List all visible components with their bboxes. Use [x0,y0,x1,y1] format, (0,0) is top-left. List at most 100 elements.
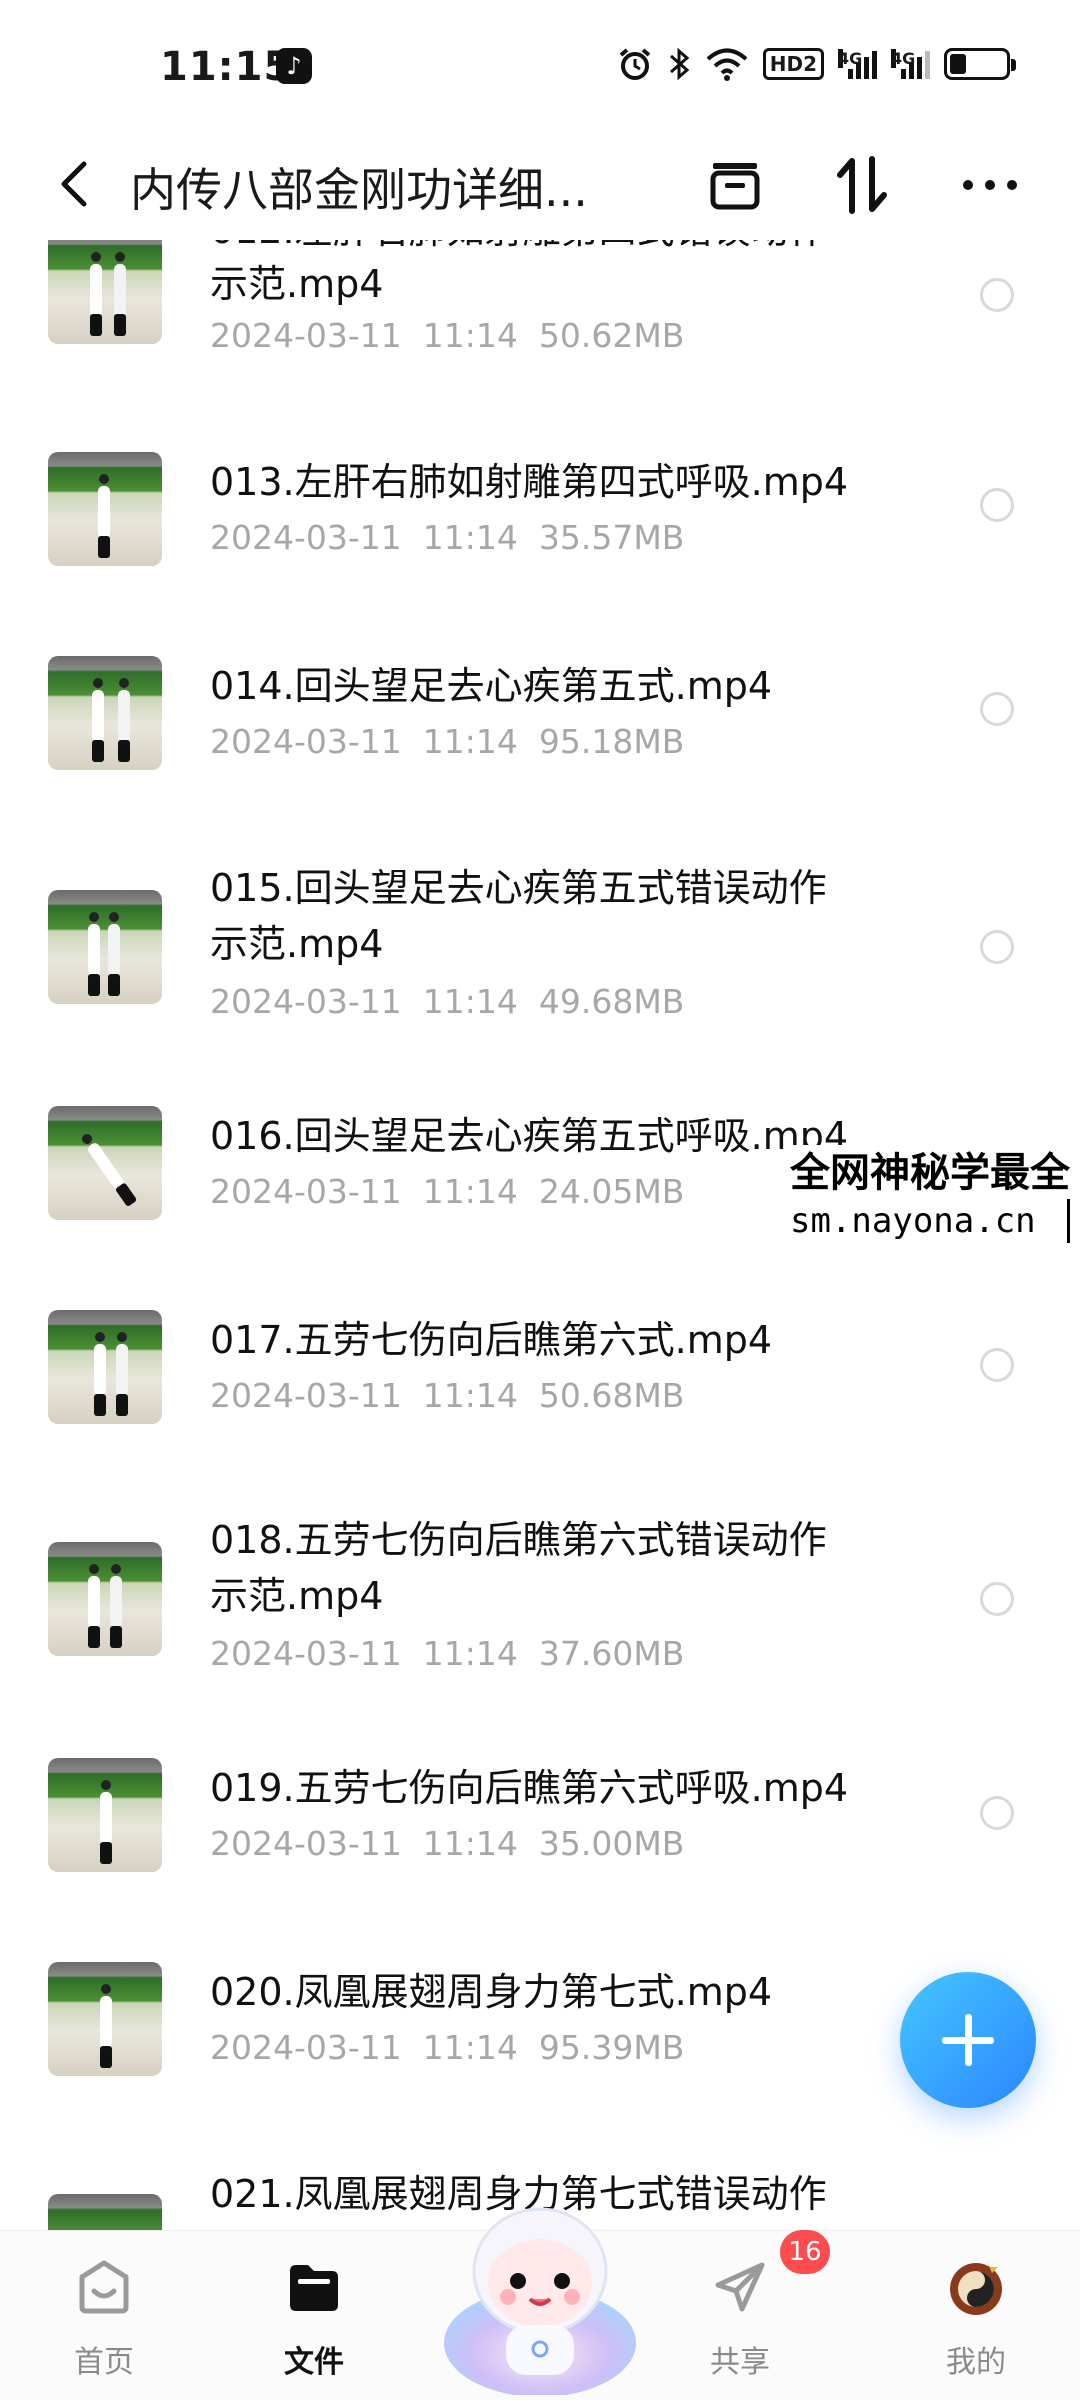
video-thumbnail [48,656,162,770]
list-item[interactable]: 018.五劳七伤向后瞧第六式错误动作 示范.mp4 2024-03-11 11:… [0,1512,1080,1752]
select-radio[interactable] [980,278,1014,312]
select-mode-button[interactable] [700,150,770,220]
video-thumbnail [48,1962,162,2076]
file-meta: 2024-03-11 11:14 49.68MB [210,982,684,1021]
select-radio[interactable] [980,1796,1014,1830]
file-size: 35.00MB [538,1824,685,1863]
mascot-icon[interactable] [430,2175,650,2395]
status-icons: HD2 4G 4G [617,46,1016,82]
file-meta: 2024-03-11 11:14 35.57MB [210,518,684,557]
home-icon [79,2260,129,2314]
sort-icon [837,156,887,214]
nav-profile[interactable]: 我的 [876,2231,1076,2400]
file-date: 2024-03-11 [210,1172,402,1211]
file-time: 11:14 [422,722,518,761]
select-radio[interactable] [980,1348,1014,1382]
status-bar: 11:15 ♪ HD2 4G 4G [0,0,1080,130]
file-date: 2024-03-11 [210,1634,402,1673]
bluetooth-icon [669,47,690,81]
wifi-icon [706,48,748,81]
video-thumbnail [48,1542,162,1656]
video-thumbnail [48,1106,162,1220]
share-icon [715,2262,765,2312]
file-date: 2024-03-11 [210,982,402,1021]
list-item[interactable]: 012.左肝右肺如射雕第四式错误动作 示范.mp4 2024-03-11 11:… [0,240,1080,420]
select-radio[interactable] [980,1582,1014,1616]
list-item[interactable]: 015.回头望足去心疾第五式错误动作 示范.mp4 2024-03-11 11:… [0,860,1080,1100]
file-name: 017.五劳七伤向后瞧第六式.mp4 [210,1318,773,1362]
nav-share-label: 共享 [710,2345,770,2380]
nav-home-label: 首页 [74,2345,134,2380]
file-name-line1: 015.回头望足去心疾第五式错误动作 [210,866,827,910]
list-item[interactable]: 013.左肝右肺如射雕第四式呼吸.mp4 2024-03-11 11:14 35… [0,450,1080,650]
file-name: 示范.mp4 [210,262,384,306]
cell-signal-2-icon: 4G [891,49,930,79]
app-header: 内传八部金刚功详细... [0,130,1080,240]
file-date: 2024-03-11 [210,316,402,355]
file-time: 11:14 [422,1376,518,1415]
file-name: 020.凤凰展翅周身力第七式.mp4 [210,1970,773,2014]
tiktok-notification-icon: ♪ [276,48,312,84]
file-size: 95.39MB [538,2028,685,2067]
select-box-icon [710,163,760,210]
alarm-icon [619,48,651,80]
video-thumbnail [48,890,162,1004]
nav-files[interactable]: 文件 [214,2231,414,2400]
watermark-line2: sm.nayona.cn [790,1199,1070,1243]
video-thumbnail [48,1758,162,1872]
file-date: 2024-03-11 [210,518,402,557]
file-name-line2: 示范.mp4 [210,1574,384,1618]
file-name: 019.五劳七伤向后瞧第六式呼吸.mp4 [210,1766,849,1810]
more-options-button[interactable] [955,150,1025,220]
file-size: 50.62MB [538,316,685,355]
sort-button[interactable] [827,150,897,220]
nav-profile-label: 我的 [946,2345,1006,2380]
file-time: 11:14 [422,316,518,355]
file-size: 24.05MB [538,1172,685,1211]
battery-icon [944,48,1016,80]
file-meta: 2024-03-11 11:14 50.62MB [210,316,684,355]
file-date: 2024-03-11 [210,1824,402,1863]
file-date: 2024-03-11 [210,2028,402,2067]
video-thumbnail [48,2194,162,2230]
hd-voice-icon: HD2 [762,48,824,80]
folder-icon [290,2265,338,2311]
file-date: 2024-03-11 [210,722,402,761]
list-item[interactable]: 017.五劳七伤向后瞧第六式.mp4 2024-03-11 11:14 50.6… [0,1310,1080,1510]
add-button[interactable] [900,1972,1036,2108]
video-thumbnail [48,1310,162,1424]
list-item[interactable]: 014.回头望足去心疾第五式.mp4 2024-03-11 11:14 95.1… [0,654,1080,854]
file-date: 2024-03-11 [210,1376,402,1415]
file-time: 11:14 [422,1824,518,1863]
page-title: 内传八部金刚功详细... [130,163,588,217]
file-name-line1: 018.五劳七伤向后瞧第六式错误动作 [210,1518,827,1562]
select-radio[interactable] [980,488,1014,522]
profile-avatar-icon [950,2259,1002,2315]
file-time: 11:14 [422,1172,518,1211]
watermark: 全网神秘学最全 sm.nayona.cn [784,1145,1076,1245]
file-meta: 2024-03-11 11:14 35.00MB [210,1824,684,1863]
file-meta: 2024-03-11 11:14 24.05MB [210,1172,684,1211]
share-notification-badge: 16 [780,2230,830,2274]
select-radio[interactable] [980,930,1014,964]
file-time: 11:14 [422,982,518,1021]
file-meta: 2024-03-11 11:14 37.60MB [210,1634,684,1673]
nav-home[interactable]: 首页 [4,2231,204,2400]
more-dots-icon [963,180,1017,190]
file-size: 50.68MB [538,1376,685,1415]
list-item[interactable]: 019.五劳七伤向后瞧第六式呼吸.mp4 2024-03-11 11:14 35… [0,1758,1080,1958]
video-thumbnail [48,240,162,344]
nav-files-label: 文件 [284,2345,344,2380]
cell-signal-1-icon: 4G [838,49,877,79]
file-name: 013.左肝右肺如射雕第四式呼吸.mp4 [210,460,849,504]
file-size: 37.60MB [538,1634,685,1673]
file-time: 11:14 [422,518,518,557]
file-meta: 2024-03-11 11:14 95.39MB [210,2028,684,2067]
file-size: 49.68MB [538,982,685,1021]
select-radio[interactable] [980,692,1014,726]
file-meta: 2024-03-11 11:14 95.18MB [210,722,684,761]
file-size: 95.18MB [538,722,685,761]
file-name-line2: 示范.mp4 [210,922,384,966]
back-arrow-icon[interactable] [50,156,100,212]
watermark-line1: 全网神秘学最全 [790,1150,1070,1196]
